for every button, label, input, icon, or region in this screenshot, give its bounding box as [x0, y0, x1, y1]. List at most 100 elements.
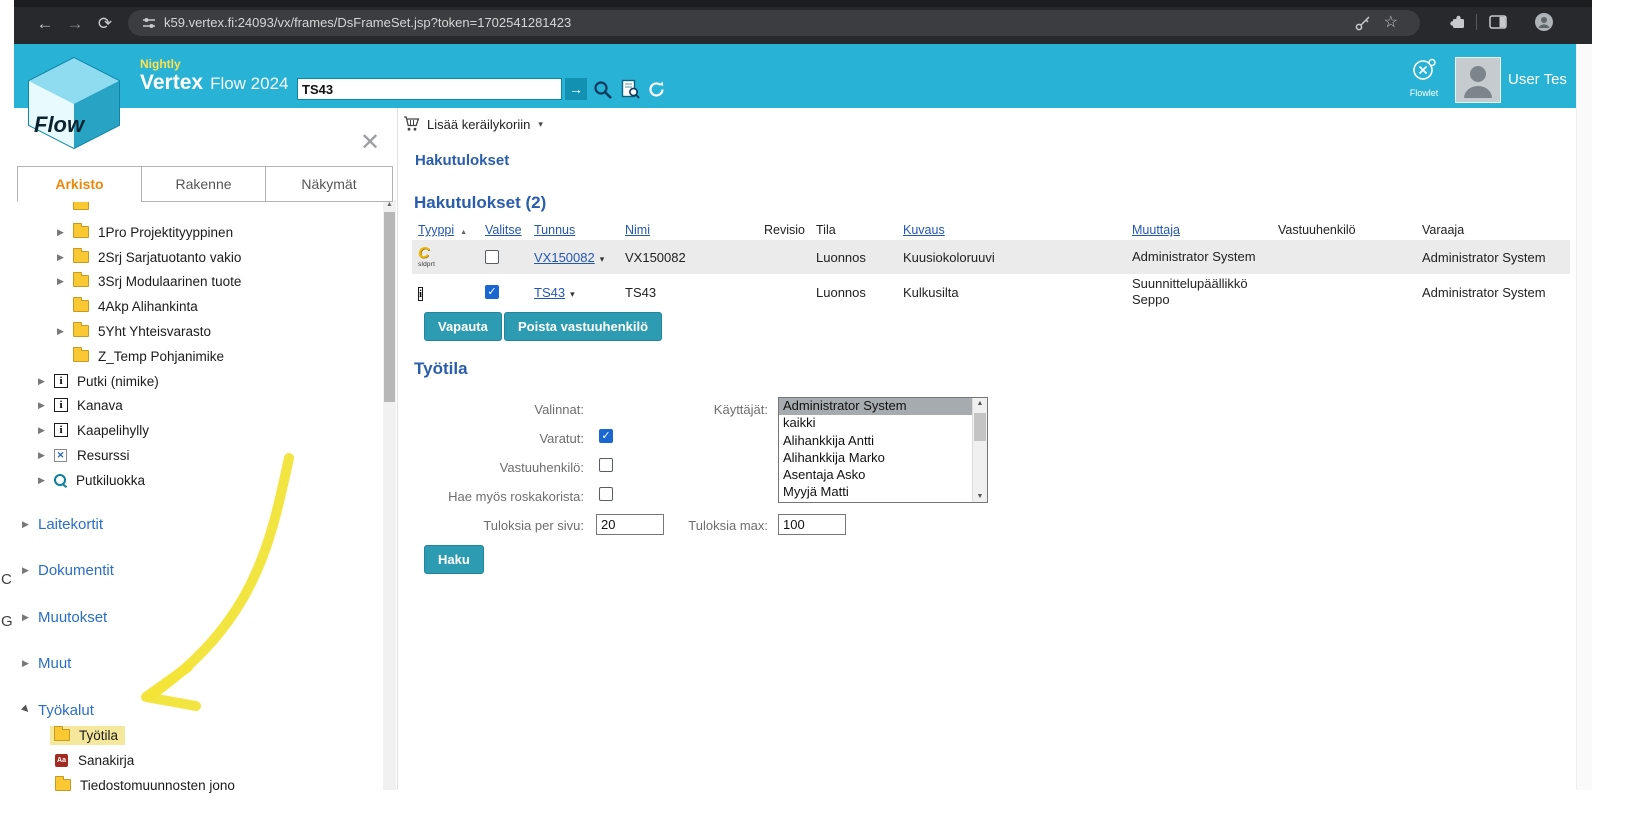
extensions-puzzle-icon[interactable]: [1448, 12, 1468, 32]
max-label: Tuloksia max:: [668, 518, 768, 533]
tree-item-folder[interactable]: ▶ 5Yht Yhteisvarasto: [57, 321, 211, 341]
expand-arrow-icon[interactable]: ▶: [38, 425, 48, 436]
bookmark-star-icon[interactable]: ☆: [1384, 11, 1398, 35]
column-tunnus[interactable]: Tunnus: [528, 223, 619, 237]
url-bar[interactable]: k59.vertex.fi:24093/vx/frames/DsFrameSet…: [128, 10, 1420, 36]
side-panel-icon[interactable]: [1488, 12, 1508, 32]
back-icon[interactable]: ←: [34, 13, 56, 35]
listbox-option[interactable]: Alihankkija Marko: [779, 450, 987, 467]
listbox-option[interactable]: Alihankkija Antti: [779, 433, 987, 450]
expand-arrow-icon[interactable]: ▶: [22, 612, 32, 623]
sidebar-scrollbar[interactable]: ▲: [383, 200, 396, 790]
expand-arrow-icon[interactable]: ▶: [57, 276, 67, 287]
selected-highlight: Työtila: [50, 726, 125, 745]
per-sivu-input[interactable]: [596, 514, 664, 535]
password-key-icon[interactable]: [1354, 14, 1372, 32]
expand-arrow-icon[interactable]: ▶: [57, 326, 67, 337]
user-avatar[interactable]: [1455, 57, 1501, 103]
listbox-option-selected[interactable]: Administrator System: [779, 398, 987, 415]
column-valitse[interactable]: Valitse: [479, 223, 528, 237]
tree-item-folder[interactable]: ▶ 2Srj Sarjatuotanto vakio: [57, 247, 241, 267]
search-go-icon[interactable]: →: [565, 78, 587, 100]
sidebar-item-tyotila[interactable]: Työtila: [50, 725, 125, 745]
sidebar-item-muutokset[interactable]: ▶ Muutokset: [22, 606, 107, 628]
users-listbox[interactable]: Administrator System kaikki Alihankkija …: [778, 397, 988, 503]
expand-arrow-icon[interactable]: ▶: [22, 565, 32, 576]
expand-arrow-icon[interactable]: ▶: [38, 450, 48, 461]
haku-button[interactable]: Haku: [424, 545, 484, 574]
scroll-down-icon[interactable]: ▼: [973, 493, 987, 500]
column-tyyppi[interactable]: Tyyppi▲: [412, 223, 479, 237]
listbox-option[interactable]: Asentaja Asko: [779, 467, 987, 484]
tree-item-folder[interactable]: ▶ 3Srj Modulaarinen tuote: [57, 271, 241, 291]
item-menu-icon[interactable]: ▾: [570, 289, 575, 300]
listbox-scrollbar[interactable]: ▲ ▼: [972, 398, 987, 502]
close-icon[interactable]: ✕: [360, 128, 380, 157]
document-search-icon[interactable]: [621, 79, 640, 100]
expand-arrow-icon[interactable]: ▶: [22, 658, 32, 669]
tree-item-label: Tiedostomuunnosten jono: [80, 778, 235, 793]
browser-window: ← → ⟳ k59.vertex.fi:24093/vx/frames/DsFr…: [14, 0, 1592, 790]
info-icon: i: [54, 423, 68, 437]
tree-item-resurssi[interactable]: ▶ ✕ Resurssi: [38, 445, 130, 465]
row-checkbox[interactable]: ✓: [485, 285, 499, 299]
url-text[interactable]: k59.vertex.fi:24093/vx/frames/DsFrameSet…: [164, 10, 571, 36]
tree-item-kaapelihylly[interactable]: ▶ i Kaapelihylly: [38, 420, 149, 440]
tab-arkisto[interactable]: Arkisto: [17, 166, 142, 202]
tree-item-kanava[interactable]: ▶ i Kanava: [38, 395, 123, 415]
page-scrollbar[interactable]: [1576, 44, 1592, 790]
expand-arrow-icon[interactable]: ▶: [38, 475, 48, 486]
vastuuhenkilo-checkbox[interactable]: [599, 458, 613, 472]
expand-arrow-icon[interactable]: ▶: [38, 376, 48, 387]
item-link[interactable]: VX150082: [534, 250, 595, 265]
max-input[interactable]: [778, 514, 846, 535]
expand-arrow-icon[interactable]: ▶: [57, 227, 67, 238]
tree-item-label: 2Srj Sarjatuotanto vakio: [98, 250, 241, 265]
scroll-up-icon[interactable]: ▲: [973, 400, 987, 407]
column-kuvaus[interactable]: Kuvaus: [897, 223, 1126, 237]
scrollbar-thumb[interactable]: [384, 212, 395, 402]
expand-arrow-icon[interactable]: ▶: [57, 252, 67, 263]
column-muuttaja[interactable]: Muuttaja: [1126, 223, 1272, 237]
poista-vastuuhenkilo-button[interactable]: Poista vastuuhenkilö: [504, 312, 662, 341]
tab-rakenne[interactable]: Rakenne: [141, 166, 266, 202]
add-to-basket-button[interactable]: Lisää keräilykoriin ▾: [403, 114, 543, 134]
profile-avatar-icon[interactable]: [1534, 12, 1554, 32]
sidebar-tabs: Arkisto Rakenne Näkymät: [17, 166, 393, 202]
section-label: Dokumentit: [38, 562, 114, 579]
column-nimi[interactable]: Nimi: [619, 223, 758, 237]
tree-item-putkiluokka[interactable]: ▶ Putkiluokka: [38, 470, 145, 490]
collapse-arrow-icon[interactable]: ▶: [20, 703, 35, 718]
reload-icon[interactable]: ⟳: [94, 13, 116, 35]
row-checkbox[interactable]: [485, 250, 499, 264]
sidebar-item-tyokalut[interactable]: ▶ Työkalut: [22, 699, 94, 721]
item-link[interactable]: TS43: [534, 285, 565, 300]
item-menu-icon[interactable]: ▾: [600, 254, 605, 265]
search-magnifier-icon[interactable]: [592, 79, 614, 101]
sidebar-item-muut[interactable]: ▶ Muut: [22, 652, 71, 674]
refresh-search-icon[interactable]: [646, 79, 667, 100]
scroll-up-icon[interactable]: ▲: [383, 201, 396, 208]
sidebar-item-dokumentit[interactable]: ▶ Dokumentit: [22, 559, 114, 581]
tree-item-folder[interactable]: Z_Temp Pohjanimike: [57, 346, 224, 366]
expand-arrow-icon[interactable]: ▶: [38, 400, 48, 411]
tree-item-folder[interactable]: ▶ 1Pro Projektityyppinen: [57, 222, 233, 242]
tree-item-label: 5Yht Yhteisvarasto: [98, 324, 211, 339]
tab-nakymat[interactable]: Näkymät: [265, 166, 393, 202]
site-settings-icon[interactable]: [140, 14, 158, 32]
listbox-option[interactable]: kaikki: [779, 415, 987, 432]
flowlet-widget[interactable]: Flowlet: [1400, 58, 1448, 98]
vapauta-button[interactable]: Vapauta: [424, 312, 502, 341]
expand-arrow-icon[interactable]: ▶: [22, 519, 32, 530]
sidebar-item-tiedostomuunnokset[interactable]: Tiedostomuunnosten jono: [55, 775, 235, 795]
listbox-option[interactable]: Myyjä Matti: [779, 484, 987, 501]
sidebar-item-sanakirja[interactable]: Aa Sanakirja: [55, 750, 134, 770]
forward-icon[interactable]: →: [64, 13, 86, 35]
varatut-checkbox[interactable]: ✓: [599, 429, 613, 443]
quick-search-input[interactable]: [297, 78, 562, 100]
tree-item-folder[interactable]: 4Akp Alihankinta: [57, 296, 198, 316]
scrollbar-thumb[interactable]: [974, 413, 986, 441]
tree-item-putki[interactable]: ▶ i Putki (nimike): [38, 371, 159, 391]
sidebar-item-laitekortit[interactable]: ▶ Laitekortit: [22, 513, 103, 535]
roskakori-checkbox[interactable]: [599, 487, 613, 501]
